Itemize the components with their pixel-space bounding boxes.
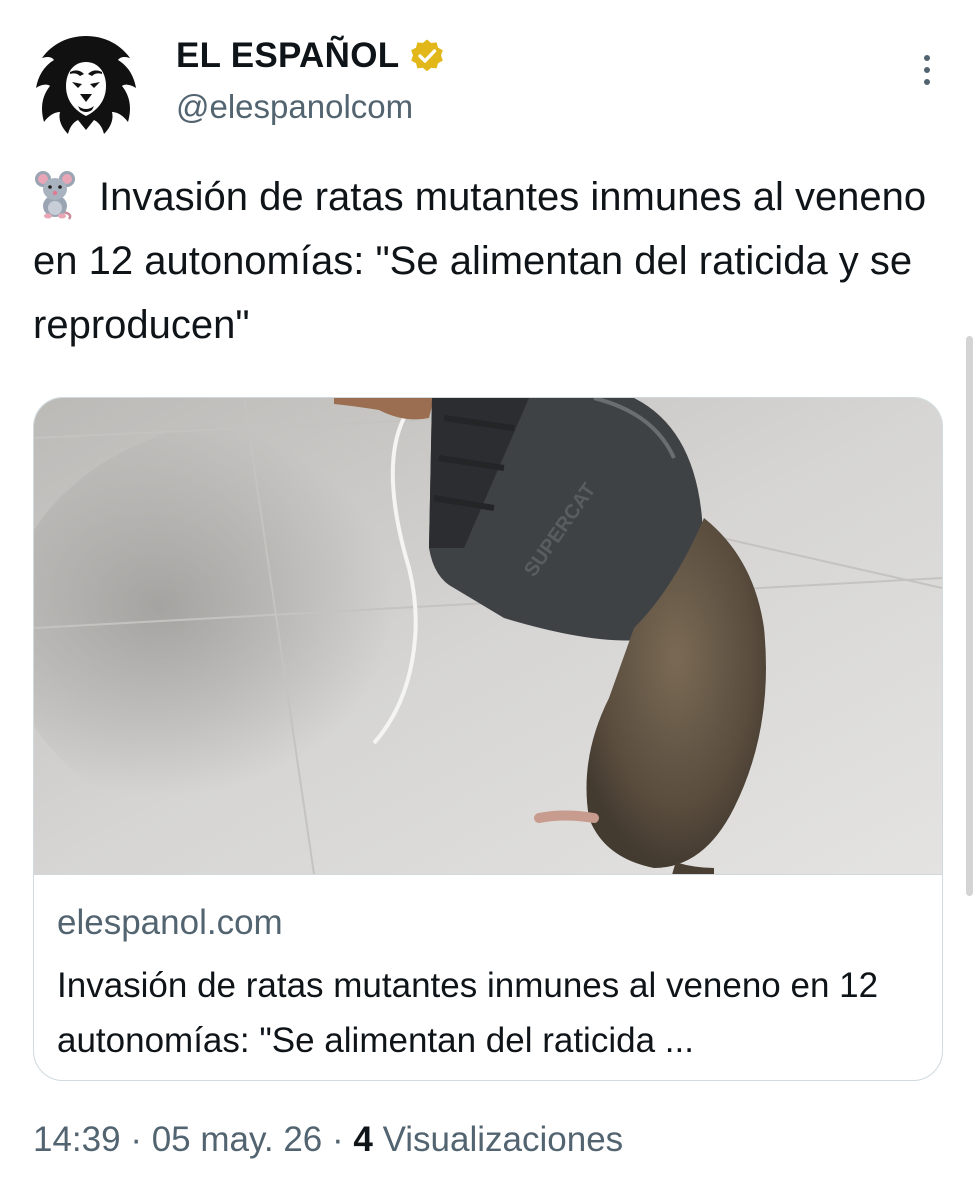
author-display-name[interactable]: EL ESPAÑOL bbox=[176, 36, 399, 76]
card-title[interactable]: Invasión de ratas mutantes inmunes al ve… bbox=[57, 958, 927, 1068]
verified-badge-icon bbox=[411, 39, 444, 72]
card-image[interactable]: SUPERCAT bbox=[34, 398, 942, 880]
author-handle[interactable]: @elespanolcom bbox=[176, 88, 413, 126]
author-name-row[interactable]: EL ESPAÑOL bbox=[176, 36, 445, 76]
tweet-date[interactable]: 05 may. 26 bbox=[152, 1120, 323, 1159]
link-card[interactable]: SUPERCAT elespanol.com Invasión de ratas… bbox=[33, 397, 943, 1081]
mouse-emoji-icon bbox=[35, 171, 75, 220]
scrollbar[interactable] bbox=[966, 336, 973, 896]
tweet-text: Invasión de ratas mutantes inmunes al ve… bbox=[33, 165, 953, 357]
more-dot bbox=[924, 55, 930, 61]
rat-trap-photo: SUPERCAT bbox=[34, 398, 942, 880]
avatar[interactable] bbox=[28, 26, 144, 142]
lion-logo-icon bbox=[28, 26, 144, 142]
meta-separator: · bbox=[120, 1120, 152, 1159]
more-options-icon[interactable] bbox=[907, 50, 947, 90]
views-label: Visualizaciones bbox=[372, 1120, 624, 1159]
views-count: 4 bbox=[353, 1120, 373, 1159]
tweet-time[interactable]: 14:39 bbox=[33, 1120, 121, 1159]
tweet-meta: 14:39 · 05 may. 26 · 4 Visualizaciones bbox=[33, 1120, 623, 1160]
tweet-body: Invasión de ratas mutantes inmunes al ve… bbox=[33, 175, 927, 347]
more-dot bbox=[924, 67, 930, 73]
meta-separator: · bbox=[322, 1120, 354, 1159]
card-domain[interactable]: elespanol.com bbox=[57, 903, 283, 943]
more-dot bbox=[924, 79, 930, 85]
